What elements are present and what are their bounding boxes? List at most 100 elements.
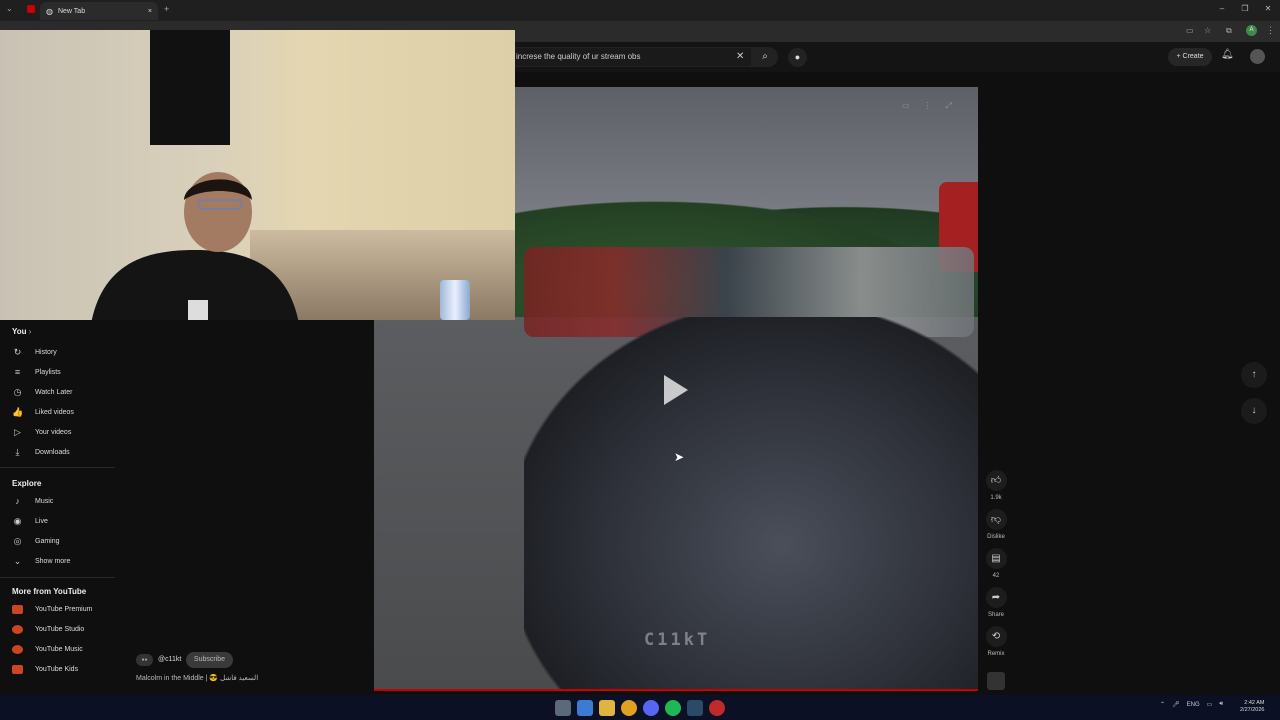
taskbar-apps bbox=[555, 700, 725, 716]
share-icon[interactable]: ➦ bbox=[985, 587, 1007, 608]
chrome-icon[interactable] bbox=[621, 700, 637, 716]
download-icon: ⤓ bbox=[15, 446, 20, 457]
video-title[interactable]: Malcolm in the Middle | 😎 السعيد فاشل bbox=[136, 674, 258, 682]
notifications-bell-icon[interactable]: 🔔︎ bbox=[1221, 49, 1234, 60]
search-input[interactable]: increse the quality of ur stream obs bbox=[508, 47, 752, 67]
video-watermark: C11kT bbox=[644, 630, 711, 650]
mouse-cursor-icon: ➤ bbox=[674, 450, 685, 464]
sidebar-item-downloads[interactable]: ⤓ Downloads bbox=[12, 445, 70, 459]
next-short-button[interactable]: ↓ bbox=[1241, 398, 1267, 424]
sidebar-item-live[interactable]: ◉ Live bbox=[12, 514, 48, 528]
menu-icon[interactable]: ⋮ bbox=[1266, 25, 1275, 36]
player-controls[interactable]: ▭⋮⤢ bbox=[902, 101, 966, 111]
webcam-overlay bbox=[0, 30, 515, 320]
arrow-up-icon: ↑ bbox=[1251, 369, 1257, 380]
vscode-icon[interactable] bbox=[577, 700, 593, 716]
sidebar-item-youtube-music[interactable]: YouTube Music bbox=[12, 642, 83, 656]
like-action[interactable]: 👍︎ 1.9k bbox=[984, 470, 1008, 501]
sidebar-divider bbox=[0, 577, 115, 578]
chevron-down-icon: ⌄ bbox=[13, 555, 22, 566]
comments-action[interactable]: ▤ 42 bbox=[984, 548, 1008, 579]
restore-icon[interactable]: ❐ bbox=[1239, 3, 1251, 15]
sidebar-item-label: YouTube Studio bbox=[35, 625, 85, 633]
sidebar-item-label: Live bbox=[35, 517, 48, 525]
taskbar-clock[interactable]: 2:42 AM 2/27/2026 bbox=[1240, 700, 1264, 714]
comment-icon[interactable]: ▤ bbox=[985, 548, 1007, 569]
channel-name[interactable]: @c11kt bbox=[158, 656, 181, 663]
bookmark-star-icon[interactable]: ☆ bbox=[1204, 26, 1211, 35]
clear-search-icon[interactable]: ✕ bbox=[736, 51, 744, 62]
play-icon[interactable] bbox=[664, 375, 688, 405]
sidebar-item-label: Downloads bbox=[35, 448, 70, 456]
sidebar-item-your-videos[interactable]: ▷ Your videos bbox=[12, 425, 71, 439]
mic-icon: ● bbox=[794, 52, 801, 62]
your-videos-icon: ▷ bbox=[14, 426, 21, 437]
remix-label: Remix bbox=[987, 651, 1005, 657]
remix-icon[interactable]: ⟲ bbox=[985, 626, 1007, 647]
thumbs-up-icon: 👍 bbox=[12, 406, 24, 417]
display-icon[interactable]: ▭ bbox=[1207, 701, 1213, 708]
sidebar-item-youtube-studio[interactable]: YouTube Studio bbox=[12, 622, 84, 636]
cast-icon[interactable]: ▭ bbox=[1186, 26, 1194, 35]
sidebar-item-gaming[interactable]: ◎ Gaming bbox=[12, 534, 60, 548]
dislike-action[interactable]: 👎︎ Dislike bbox=[984, 509, 1008, 540]
discord-icon[interactable] bbox=[643, 700, 659, 716]
video-car bbox=[524, 317, 978, 691]
sidebar-you-heading[interactable]: You › bbox=[12, 327, 31, 336]
sidebar-item-playlists[interactable]: ≡ Playlists bbox=[12, 365, 61, 379]
subscribe-button[interactable]: Subscribe bbox=[186, 652, 233, 668]
progress-bar[interactable] bbox=[374, 689, 978, 691]
channel-avatar[interactable]: ●● bbox=[136, 654, 153, 666]
sidebar-item-label: Show more bbox=[35, 557, 71, 565]
user-avatar[interactable] bbox=[1250, 49, 1265, 64]
sidebar-item-youtube-premium[interactable]: YouTube Premium bbox=[12, 602, 92, 616]
language-indicator[interactable]: ENG bbox=[1187, 702, 1200, 708]
search-button[interactable]: ⌕ bbox=[752, 47, 778, 67]
share-action[interactable]: ➦ Share bbox=[984, 587, 1008, 618]
thumbs-up-icon[interactable]: 👍︎ bbox=[985, 470, 1007, 491]
webcam-window bbox=[150, 30, 230, 145]
spotify-icon[interactable] bbox=[665, 700, 681, 716]
sidebar-item-watch-later[interactable]: ◷ Watch Later bbox=[12, 385, 73, 399]
you-label: You bbox=[12, 327, 27, 336]
sidebar-item-show-more[interactable]: ⌄ Show more bbox=[12, 554, 71, 568]
thumbs-down-icon[interactable]: 👎︎ bbox=[985, 509, 1007, 530]
youtube-premium-icon bbox=[12, 604, 23, 614]
sound-thumbnail[interactable] bbox=[987, 672, 1005, 690]
sidebar-explore-heading: Explore bbox=[12, 479, 42, 488]
steam-icon[interactable] bbox=[687, 700, 703, 716]
close-tab-icon[interactable]: × bbox=[148, 8, 152, 15]
volume-icon[interactable]: 🔊︎ bbox=[1219, 701, 1223, 708]
minimize-icon[interactable]: – bbox=[1216, 3, 1228, 15]
create-button[interactable]: + Create bbox=[1168, 48, 1212, 66]
sidebar-item-label: Watch Later bbox=[35, 388, 73, 396]
tab-search-icon[interactable]: ⌄ bbox=[6, 4, 13, 13]
sidebar-item-liked-videos[interactable]: 👍 Liked videos bbox=[12, 405, 74, 419]
arrow-down-icon: ↓ bbox=[1251, 405, 1257, 416]
sidebar-more-heading: More from YouTube bbox=[12, 587, 87, 596]
new-tab-button[interactable]: + bbox=[164, 4, 169, 14]
obs-icon[interactable] bbox=[709, 700, 725, 716]
youtube-tab-icon[interactable] bbox=[27, 5, 35, 13]
mic-button[interactable]: ● bbox=[788, 48, 807, 67]
sidebar-item-label: Gaming bbox=[35, 537, 60, 545]
previous-short-button[interactable]: ↑ bbox=[1241, 362, 1267, 388]
sidebar-item-history[interactable]: ↻ History bbox=[12, 345, 57, 359]
chrome-icon: ◍ bbox=[46, 6, 53, 16]
playlists-icon: ≡ bbox=[14, 367, 21, 377]
mic-tray-icon[interactable]: 🎤︎ bbox=[1172, 701, 1180, 708]
sidebar-item-label: YouTube Music bbox=[35, 645, 83, 653]
tab-title: New Tab bbox=[57, 7, 86, 15]
task-view-icon[interactable] bbox=[555, 700, 571, 716]
tab-new-tab[interactable]: ◍ New Tab × bbox=[40, 2, 158, 20]
history-icon: ↻ bbox=[13, 346, 22, 357]
sidebar-item-youtube-kids[interactable]: YouTube Kids bbox=[12, 662, 78, 676]
sidebar-item-music[interactable]: ♪ Music bbox=[12, 494, 53, 508]
window-close-icon[interactable]: ✕ bbox=[1262, 3, 1274, 15]
remix-action[interactable]: ⟲ Remix bbox=[984, 626, 1008, 657]
extensions-icon[interactable]: ⧉ bbox=[1226, 26, 1232, 36]
tray-chevron-icon[interactable]: ⌃ bbox=[1160, 701, 1165, 708]
file-explorer-icon[interactable] bbox=[599, 700, 615, 716]
profile-avatar[interactable]: A bbox=[1246, 25, 1257, 36]
sidebar-item-label: YouTube Premium bbox=[35, 605, 93, 613]
